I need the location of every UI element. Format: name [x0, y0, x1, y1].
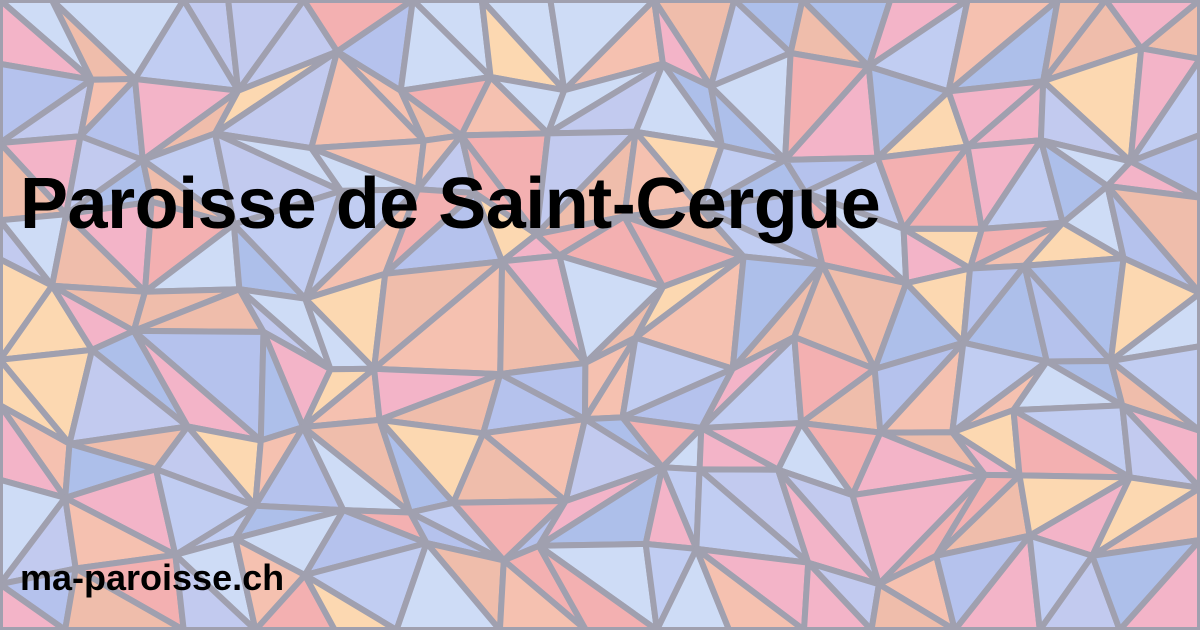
background-veil [0, 0, 1200, 630]
og-card: Paroisse de Saint-Cergue ma-paroisse.ch [0, 0, 1200, 630]
page-title: Paroisse de Saint-Cergue [20, 164, 881, 244]
site-name: ma-paroisse.ch [20, 557, 285, 598]
